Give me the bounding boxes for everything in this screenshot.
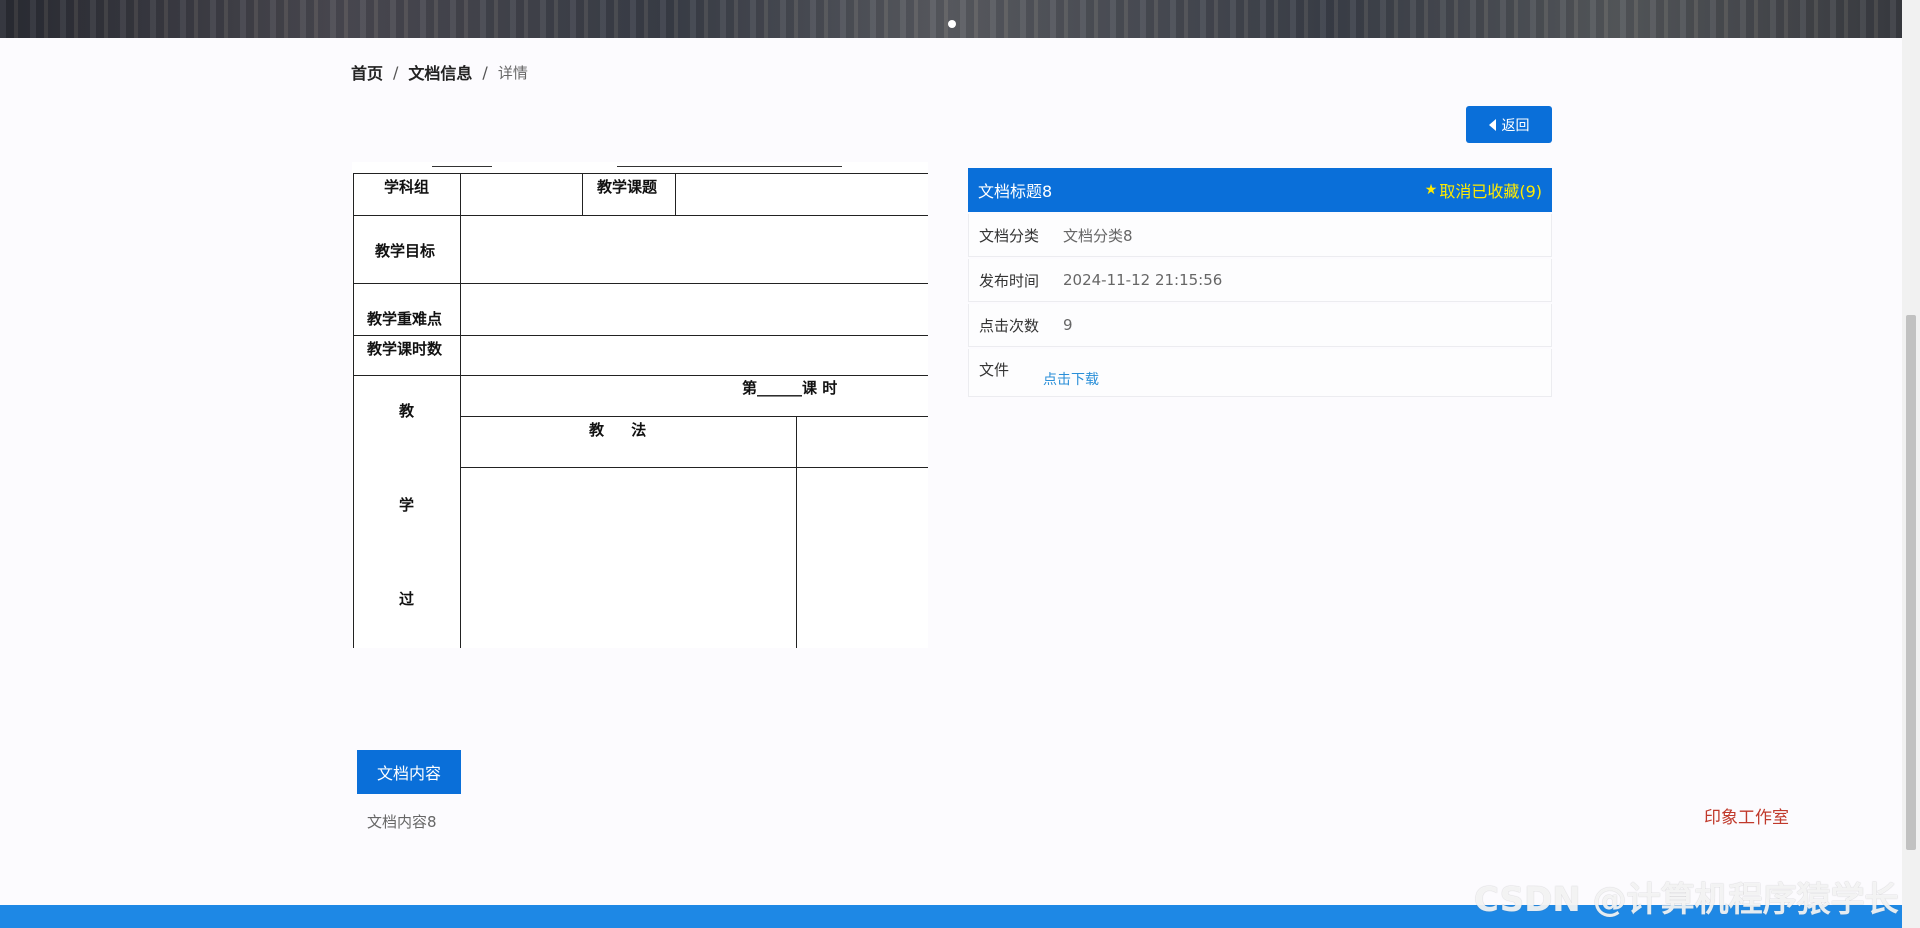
studio-label: 印象工作室 (1704, 808, 1789, 828)
info-row-category: 文档分类 文档分类8 (968, 214, 1552, 257)
doc-rule (353, 375, 928, 376)
doc-cell-process: 过 (399, 590, 415, 608)
doc-underline (617, 166, 842, 167)
document-preview: 学科组 教学课题 教学目标 教学重难点 教学课时数 第______课 时 教 教… (352, 162, 928, 648)
doc-rule (582, 173, 583, 216)
doc-cell-hours: 教学课时数 (367, 340, 443, 358)
scrollbar-thumb[interactable] (1906, 315, 1916, 850)
document-info-panel: 文档标题8 ★ 取消已收藏(9) 文档分类 文档分类8 发布时间 2024-11… (968, 168, 1552, 397)
caret-left-icon (1488, 118, 1496, 131)
doc-rule (460, 467, 928, 468)
doc-cell-learn: 学 (399, 496, 415, 514)
doc-rule (353, 283, 928, 284)
info-value: 9 (1063, 316, 1073, 334)
doc-rule (353, 335, 928, 336)
favorite-toggle[interactable]: ★ 取消已收藏(9) (1425, 178, 1542, 202)
info-row-clicks: 点击次数 9 (968, 304, 1552, 347)
info-value: 文档分类8 (1063, 226, 1133, 245)
info-label: 点击次数 (979, 316, 1040, 335)
info-label: 文件 (979, 361, 1010, 379)
info-label: 发布时间 (979, 271, 1040, 290)
doc-cell-goals: 教学目标 (375, 242, 436, 260)
doc-cell-key-points: 教学重难点 (367, 310, 443, 328)
doc-rule (460, 416, 928, 417)
doc-cell-lesson-topic: 教学课题 (597, 178, 658, 196)
document-title: 文档标题8 (978, 182, 1053, 201)
info-label: 文档分类 (979, 226, 1040, 245)
breadcrumb-home[interactable]: 首页 (351, 60, 383, 84)
back-button[interactable]: 返回 (1466, 106, 1552, 143)
document-content-text: 文档内容8 (367, 813, 437, 831)
doc-rule (353, 173, 354, 648)
doc-cell-subject-group: 学科组 (384, 178, 430, 196)
watermark: CSDN @计算机程序猿学长 (1474, 880, 1899, 920)
breadcrumb-section[interactable]: 文档信息 (408, 60, 472, 84)
breadcrumb-current: 详情 (497, 63, 528, 82)
download-link[interactable]: 点击下载 (1043, 369, 1099, 389)
info-row-file: 文件 点击下载 (968, 349, 1552, 397)
doc-rule (675, 173, 676, 216)
info-row-publish-time: 发布时间 2024-11-12 21:15:56 (968, 259, 1552, 302)
breadcrumb-separator: / (393, 62, 399, 82)
carousel-dot[interactable] (948, 20, 956, 28)
doc-rule (460, 173, 461, 648)
doc-cell-method: 教 法 (589, 421, 647, 439)
info-value: 2024-11-12 21:15:56 (1063, 271, 1223, 289)
star-icon: ★ (1424, 182, 1438, 198)
doc-cell-lesson-no: 第______课 时 (742, 379, 838, 397)
doc-rule (353, 173, 928, 174)
back-button-label: 返回 (1501, 117, 1530, 134)
favorite-label: 取消已收藏(9) (1439, 182, 1542, 201)
breadcrumb: 首页 / 文档信息 / 详情 (351, 60, 528, 84)
content-tab-button[interactable]: 文档内容 (357, 750, 461, 794)
doc-rule (353, 215, 928, 216)
hero-banner (0, 0, 1902, 38)
doc-underline (432, 166, 492, 167)
panel-header: 文档标题8 ★ 取消已收藏(9) (968, 168, 1552, 212)
doc-cell-teach: 教 (399, 402, 415, 420)
doc-rule (796, 416, 797, 648)
breadcrumb-separator: / (482, 62, 488, 82)
